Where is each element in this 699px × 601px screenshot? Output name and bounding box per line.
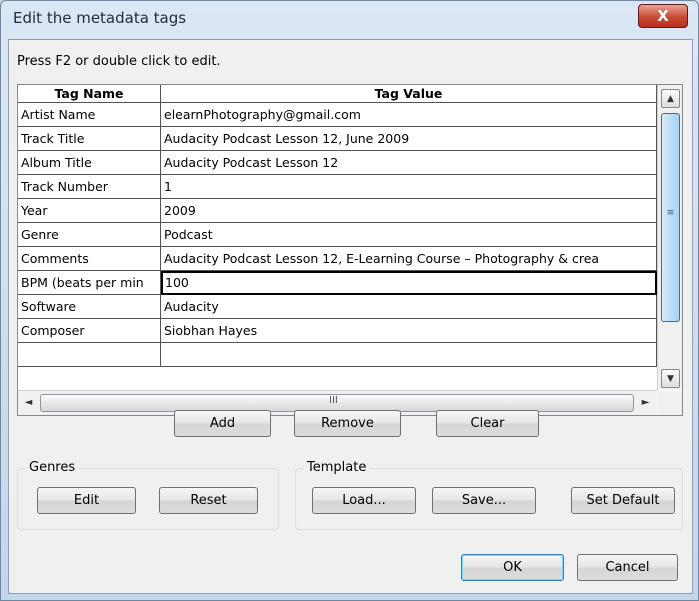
tag-name-cell[interactable]: Album Title — [18, 151, 161, 175]
set-default-button[interactable]: Set Default — [571, 487, 675, 514]
tag-name-cell[interactable]: Artist Name — [18, 103, 161, 127]
tag-name-cell[interactable]: Track Title — [18, 127, 161, 151]
table-row[interactable]: Composer Siobhan Hayes — [18, 319, 657, 343]
tag-name-cell[interactable]: Software — [18, 295, 161, 319]
tag-value-cell[interactable]: elearnPhotography@gmail.com — [161, 103, 657, 127]
edit-genres-button[interactable]: Edit — [37, 487, 136, 514]
table-row[interactable]: Track Number 1 — [18, 175, 657, 199]
tag-name-cell[interactable]: Track Number — [18, 175, 161, 199]
table-row[interactable]: BPM (beats per min 100 — [18, 271, 657, 295]
vertical-scroll-thumb[interactable]: ≡ — [661, 113, 680, 322]
save-template-button[interactable]: Save... — [432, 487, 536, 514]
scroll-right-button[interactable]: ► — [637, 394, 654, 411]
add-button[interactable]: Add — [174, 410, 271, 437]
scroll-left-button[interactable]: ◄ — [20, 394, 37, 411]
tag-name-cell[interactable]: BPM (beats per min — [18, 271, 161, 295]
title-bar[interactable]: Edit the metadata tags X — [1, 1, 698, 37]
close-button[interactable]: X — [638, 4, 688, 28]
reset-genres-button[interactable]: Reset — [159, 487, 258, 514]
tag-value-cell[interactable]: Audacity Podcast Lesson 12, E-Learning C… — [161, 247, 657, 271]
metadata-dialog: Edit the metadata tags X Press F2 or dou… — [0, 0, 699, 601]
tag-value-cell[interactable]: Audacity Podcast Lesson 12 — [161, 151, 657, 175]
table-row[interactable]: Track Title Audacity Podcast Lesson 12, J… — [18, 127, 657, 151]
dialog-title: Edit the metadata tags — [13, 9, 187, 27]
table-row[interactable] — [18, 343, 657, 367]
scroll-corner — [658, 391, 682, 415]
cancel-button[interactable]: Cancel — [577, 554, 678, 581]
table-row[interactable]: Artist Name elearnPhotography@gmail.com — [18, 103, 657, 127]
arrow-left-icon: ◄ — [24, 397, 33, 408]
ok-button[interactable]: OK — [461, 554, 564, 581]
table-row[interactable]: Genre Podcast — [18, 223, 657, 247]
clear-button[interactable]: Clear — [436, 410, 539, 437]
arrow-down-icon: ▼ — [667, 373, 674, 384]
table-row[interactable]: Album Title Audacity Podcast Lesson 12 — [18, 151, 657, 175]
tag-name-cell[interactable]: Year — [18, 199, 161, 223]
tag-value-cell[interactable]: 2009 — [161, 199, 657, 223]
tag-value-edit-field[interactable]: 100 — [161, 271, 657, 295]
dialog-body: Press F2 or double click to edit. Tag Na… — [8, 39, 693, 594]
genres-group-label: Genres — [26, 460, 79, 475]
tag-value-cell[interactable]: 1 — [161, 175, 657, 199]
tag-name-cell[interactable] — [18, 343, 161, 367]
tag-grid: Tag Name Tag Value Artist Name elearnPhot… — [17, 84, 683, 416]
grid-header: Tag Name Tag Value — [18, 85, 657, 103]
template-group: Template Load... Save... Set Default — [295, 460, 683, 530]
column-header-tag-name[interactable]: Tag Name — [18, 85, 161, 103]
remove-button[interactable]: Remove — [294, 410, 401, 437]
grip-icon: III — [329, 395, 338, 406]
tag-value-cell[interactable]: Podcast — [161, 223, 657, 247]
scroll-up-button[interactable]: ▲ — [661, 89, 680, 108]
template-group-label: Template — [304, 460, 370, 475]
tag-value-cell[interactable] — [161, 343, 657, 367]
table-row[interactable]: Comments Audacity Podcast Lesson 12, E-Le… — [18, 247, 657, 271]
edit-hint: Press F2 or double click to edit. — [17, 54, 221, 69]
vertical-scrollbar[interactable]: ▲ ≡ ▼ — [657, 85, 682, 390]
genres-group: Genres Edit Reset — [17, 460, 279, 530]
table-row[interactable]: Software Audacity — [18, 295, 657, 319]
scroll-down-button[interactable]: ▼ — [661, 369, 680, 388]
load-template-button[interactable]: Load... — [312, 487, 416, 514]
tag-name-cell[interactable]: Comments — [18, 247, 161, 271]
grip-icon: ≡ — [666, 208, 675, 218]
tag-name-cell[interactable]: Genre — [18, 223, 161, 247]
arrow-up-icon: ▲ — [667, 93, 674, 104]
tag-value-cell[interactable]: Audacity — [161, 295, 657, 319]
table-row[interactable]: Year 2009 — [18, 199, 657, 223]
tag-name-cell[interactable]: Composer — [18, 319, 161, 343]
column-header-tag-value[interactable]: Tag Value — [161, 85, 657, 103]
tag-value-cell[interactable]: Siobhan Hayes — [161, 319, 657, 343]
close-icon: X — [657, 7, 669, 25]
tag-value-cell[interactable]: Audacity Podcast Lesson 12, June 2009 — [161, 127, 657, 151]
tag-grid-rows: Tag Name Tag Value Artist Name elearnPhot… — [18, 85, 657, 390]
arrow-right-icon: ► — [641, 397, 650, 408]
